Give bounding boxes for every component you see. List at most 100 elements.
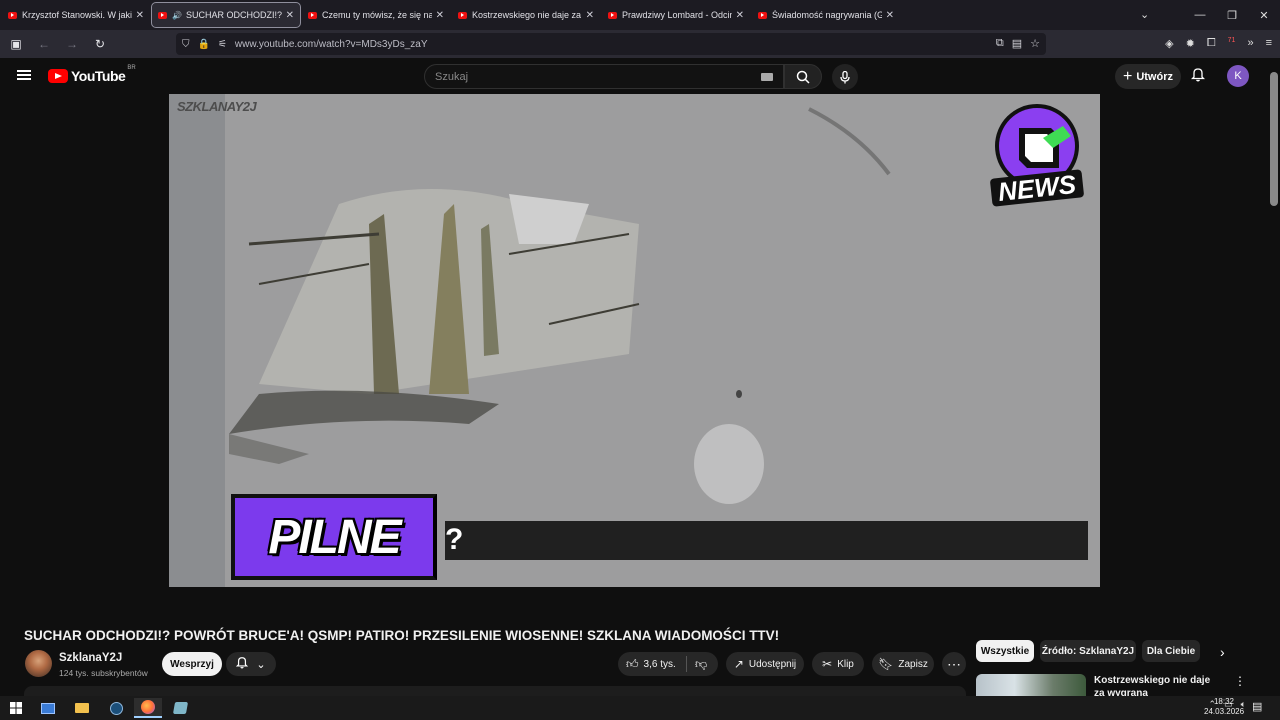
browser-tab-strip: Krzysztof Stanowski. W jakiej sp ✕ 🔊 SUC… <box>0 0 1280 30</box>
video-player[interactable]: SZKLANAY2J NEWS PILNE ? <box>169 94 1100 587</box>
tab-title: Świadomość nagrywania (Giełd <box>772 10 882 20</box>
youtube-favicon-icon <box>158 11 167 19</box>
extensions-area: ◈ ✹ ⧠ 71 » ≡ <box>1165 37 1272 50</box>
notifications-bell-icon[interactable] <box>1190 67 1206 85</box>
like-button[interactable]: 👍︎ 3,6 tys. <box>626 657 676 672</box>
file-explorer-icon[interactable] <box>68 698 96 718</box>
thumbs-up-icon: 👍︎ <box>626 657 639 671</box>
tab-close-icon[interactable]: ✕ <box>136 10 144 21</box>
tab-title: Czemu ty mówisz, że się na ciel <box>322 10 432 20</box>
chevron-right-icon[interactable]: › <box>1220 644 1225 660</box>
reload-icon[interactable]: ↻ <box>88 37 112 51</box>
tab-title: Kostrzewskiego nie daje za wyg <box>472 10 582 20</box>
channel-avatar[interactable] <box>25 650 52 677</box>
like-dislike-group: 👍︎ 3,6 tys. 👎︎ <box>618 652 718 676</box>
share-button[interactable]: ↗ Udostępnij <box>726 652 804 676</box>
task-manager-icon[interactable] <box>34 698 62 718</box>
shield-icon[interactable]: ⛉ <box>182 39 190 50</box>
browser-tab[interactable]: Krzysztof Stanowski. W jakiej sp ✕ <box>2 3 150 27</box>
youtube-header: YouTube BR Szukaj + Utwórz K <box>0 58 1268 94</box>
news-logo: NEWS <box>990 104 1084 207</box>
search-button[interactable] <box>784 64 822 89</box>
breaking-news-banner: PILNE <box>231 494 437 580</box>
share-icon: ↗ <box>733 657 744 671</box>
extension-badge[interactable]: 71 <box>1228 37 1236 50</box>
browser-tab-active[interactable]: 🔊 SUCHAR ODCHODZI!? POW ✕ <box>151 2 301 28</box>
account-avatar[interactable]: K <box>1227 65 1249 87</box>
extension-icon[interactable]: ✹ <box>1186 37 1195 50</box>
ticker-text: ? <box>445 523 464 556</box>
support-button[interactable]: Wesprzyj <box>162 652 222 676</box>
tab-list-chevron-icon[interactable]: ⌄ <box>1140 8 1149 21</box>
more-horizontal-icon: ⋯ <box>947 655 961 672</box>
tab-close-icon[interactable]: ✕ <box>586 10 594 21</box>
tab-title: Prawdziwy Lombard - Odcinek <box>622 10 732 20</box>
address-bar[interactable]: ⛉ 🔒 ⚟ www.youtube.com/watch?v=MDs3yDs_za… <box>176 33 1046 55</box>
picture-in-picture-icon[interactable]: ⧉ <box>996 37 1004 50</box>
more-vertical-icon[interactable]: ⋮ <box>1234 674 1246 688</box>
restore-icon[interactable]: ❐ <box>1216 9 1248 22</box>
chip-all[interactable]: Wszystkie <box>976 640 1034 662</box>
more-actions-button[interactable]: ⋯ <box>942 652 966 676</box>
youtube-logo[interactable]: YouTube BR <box>48 65 136 84</box>
windows-taskbar: ⌃ ▭ 🔈︎ 18:32 24.03.2026 ▤ <box>0 696 1280 720</box>
video-title: SUCHAR ODCHODZI!? POWRÓT BRUCE'A! QSMP! … <box>24 628 780 643</box>
subscription-notify-button[interactable]: ⌄ <box>226 652 276 676</box>
speaker-icon[interactable]: 🔊 <box>172 11 182 20</box>
youtube-favicon-icon <box>308 11 317 19</box>
tab-close-icon[interactable]: ✕ <box>286 10 294 21</box>
reader-view-icon[interactable]: ▤ <box>1012 37 1022 50</box>
voice-search-button[interactable] <box>832 64 858 90</box>
tab-close-icon[interactable]: ✕ <box>736 10 744 21</box>
keyboard-icon[interactable] <box>761 73 773 81</box>
scrollbar-thumb[interactable] <box>1270 72 1278 206</box>
description-box[interactable] <box>24 686 966 696</box>
browser-tab[interactable]: Świadomość nagrywania (Giełd ✕ <box>752 3 900 27</box>
save-label: Zapisz <box>898 658 928 670</box>
youtube-favicon-icon <box>608 11 617 19</box>
more-tools-icon[interactable]: » <box>1247 37 1253 50</box>
thumbs-down-icon[interactable]: 👎︎ <box>695 657 707 672</box>
tab-close-icon[interactable]: ✕ <box>436 10 444 21</box>
vpn-extension-icon[interactable]: ◈ <box>1165 37 1173 50</box>
back-icon[interactable]: ← <box>32 37 56 51</box>
extensions-puzzle-icon[interactable]: ⧠ <box>1207 37 1216 50</box>
permissions-icon[interactable]: ⚟ <box>218 39 227 50</box>
taskbar-clock[interactable]: 18:32 24.03.2026 <box>1204 697 1244 717</box>
tab-close-icon[interactable]: ✕ <box>886 10 894 21</box>
lock-icon[interactable]: 🔒 <box>198 39 210 50</box>
clip-button[interactable]: ✂ Klip <box>812 652 864 676</box>
youtube-favicon-icon <box>8 11 17 19</box>
create-button[interactable]: + Utwórz <box>1115 64 1181 89</box>
minimize-icon[interactable]: — <box>1184 9 1216 21</box>
menu-icon[interactable]: ≡ <box>1266 37 1272 50</box>
like-separator <box>686 656 687 672</box>
create-label: Utwórz <box>1136 70 1173 83</box>
subscriber-count: 124 tys. subskrybentów <box>59 668 148 678</box>
recommendation-thumbnail[interactable] <box>976 674 1086 696</box>
browser-tab[interactable]: Kostrzewskiego nie daje za wyg ✕ <box>452 3 600 27</box>
browser-tab[interactable]: Prawdziwy Lombard - Odcinek ✕ <box>602 3 750 27</box>
close-window-icon[interactable]: ✕ <box>1248 9 1280 22</box>
recommendation-title[interactable]: Kostrzewskiego nie daje za wygraną <box>1094 674 1214 696</box>
bookmark-star-icon[interactable]: ☆ <box>1030 37 1040 50</box>
url-text[interactable]: www.youtube.com/watch?v=MDs3yDs_zaY <box>235 39 428 50</box>
plus-icon: + <box>1122 67 1133 85</box>
windows-start-icon[interactable] <box>2 698 30 718</box>
browser-tab[interactable]: Czemu ty mówisz, że się na ciel ✕ <box>302 3 450 27</box>
clip-label: Klip <box>837 658 854 670</box>
sidebar-toggle-icon[interactable]: ▣ <box>4 37 28 51</box>
hamburger-menu-icon[interactable] <box>17 70 31 80</box>
chip-source[interactable]: Źródło: SzklanaY2J <box>1040 640 1136 662</box>
search-input[interactable]: Szukaj <box>424 64 784 89</box>
app-icon[interactable] <box>166 698 194 718</box>
save-button[interactable]: 🔖︎ Zapisz <box>872 652 934 676</box>
chip-for-you[interactable]: Dla Ciebie <box>1142 640 1200 662</box>
firefox-icon[interactable] <box>134 698 162 718</box>
notification-center-icon[interactable]: ▤ <box>1252 700 1262 713</box>
forward-icon[interactable]: → <box>60 37 84 51</box>
steam-icon[interactable] <box>102 698 130 718</box>
browser-navbar: ▣ ← → ↻ ⛉ 🔒 ⚟ www.youtube.com/watch?v=MD… <box>0 30 1280 58</box>
youtube-play-icon <box>48 69 68 83</box>
channel-name[interactable]: SzklanaY2J <box>59 652 122 664</box>
